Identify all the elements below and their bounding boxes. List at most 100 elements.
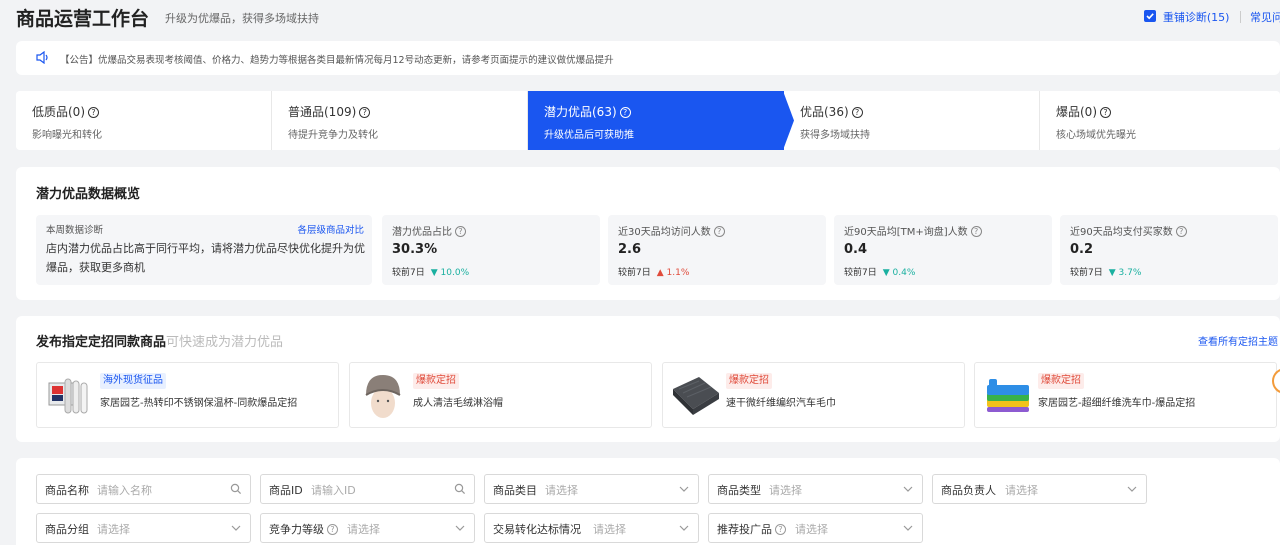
field-placeholder: 请选择 (769, 484, 802, 497)
chevron-down-icon (455, 525, 465, 531)
product-owner-select[interactable]: 商品负责人 请选择 (932, 474, 1147, 504)
page-title: 商品运营工作台 (16, 8, 150, 30)
campaign-tag: 爆款定招 (1038, 373, 1084, 389)
metric-compare: 较前7日 (618, 268, 651, 278)
field-placeholder: 请输入ID (311, 484, 356, 497)
campaign-title: 发布指定定招同款商品 (36, 335, 167, 350)
trend-down-icon: ▼ (430, 268, 438, 278)
field-placeholder: 请选择 (347, 523, 380, 536)
stage-tab-hot[interactable]: 爆品(0)? 核心场域优先曝光 (1040, 91, 1280, 150)
help-icon[interactable]: ? (1175, 226, 1187, 237)
stage-title: 优品(36) (800, 105, 849, 119)
help-icon[interactable]: ? (713, 226, 725, 237)
metric-compare: 较前7日 (1070, 268, 1103, 278)
search-icon[interactable] (454, 483, 466, 495)
metric-compare: 较前7日 (392, 268, 425, 278)
stage-title: 普通品(109) (288, 105, 357, 119)
help-icon[interactable]: ? (327, 524, 338, 535)
rediagnose-button[interactable]: 重铺诊断(15) (1144, 9, 1229, 25)
product-group-select[interactable]: 商品分组 请选择 (36, 513, 251, 543)
help-icon[interactable]: ? (619, 107, 631, 118)
campaign-name: 速干微纤维编织汽车毛巾 (726, 398, 836, 409)
metric-card: 潜力优品占比? 30.3% 较前7日 ▼ 10.0% (382, 215, 600, 285)
overview-title: 潜力优品数据概览 (36, 187, 141, 202)
campaign-tag: 海外现货征品 (100, 373, 166, 389)
chevron-down-icon (231, 525, 241, 531)
field-placeholder: 请选择 (795, 523, 828, 536)
chevron-down-icon (679, 525, 689, 531)
page-subtitle: 升级为优爆品，获得多场域扶持 (165, 12, 319, 25)
speaker-icon (36, 50, 50, 67)
help-icon[interactable]: ? (359, 107, 371, 118)
chevron-down-icon (903, 486, 913, 492)
help-icon[interactable]: ? (970, 226, 982, 237)
campaign-panel: 发布指定定招同款商品可快速成为潜力优品 查看所有定招主题 海外现货征品 家居园艺… (16, 316, 1280, 442)
help-icon[interactable]: ? (1100, 107, 1111, 118)
field-placeholder: 请选择 (1005, 484, 1038, 497)
field-label: 商品负责人 (941, 484, 996, 497)
campaign-card[interactable]: 海外现货征品 家居园艺-热转印不锈钢保温杯-同款爆品定招 (36, 362, 339, 428)
stage-title: 低质品(0) (32, 105, 85, 119)
metric-value: 30.3% (392, 242, 438, 257)
campaign-subtitle: 可快速成为潜力优品 (166, 335, 284, 350)
help-icon[interactable]: ? (851, 107, 863, 118)
chevron-down-icon (1127, 486, 1137, 492)
trend-down-icon: ▼ (882, 268, 890, 278)
header-divider (1240, 11, 1241, 23)
help-icon[interactable]: ? (775, 524, 786, 535)
metric-label: 近90天品均[TM+询盘]人数 (844, 227, 968, 238)
rediagnose-label: 重铺诊断(15) (1162, 11, 1230, 24)
metric-card: 近90天品均支付买家数? 0.2 较前7日 ▼ 3.7% (1060, 215, 1278, 285)
metric-change: 10.0% (440, 268, 470, 278)
campaign-card[interactable]: 爆款定招 成人清洁毛绒淋浴帽 (349, 362, 652, 428)
stage-desc: 核心场域优先曝光 (1056, 130, 1136, 141)
stage-title: 潜力优品(63) (544, 105, 617, 119)
product-type-select[interactable]: 商品类型 请选择 (708, 474, 923, 504)
campaign-card[interactable]: 爆款定招 家居园艺-超细纤维洗车巾-爆品定招 (974, 362, 1277, 428)
field-label: 商品类型 (717, 484, 761, 497)
stage-title: 爆品(0) (1056, 105, 1097, 119)
competitiveness-level-select[interactable]: 竞争力等级? 请选择 (260, 513, 475, 543)
metric-card: 近90天品均[TM+询盘]人数? 0.4 较前7日 ▼ 0.4% (834, 215, 1052, 285)
product-image-shower-cap (356, 369, 410, 423)
chevron-down-icon (903, 525, 913, 531)
campaign-card[interactable]: 爆款定招 速干微纤维编织汽车毛巾 (662, 362, 965, 428)
stage-desc: 升级优品后可获助推 (544, 130, 634, 141)
metric-change: 3.7% (1118, 268, 1142, 278)
notice-text: 【公告】优爆品交易表现考核阈值、价格力、趋势力等根据各类目最新情况每月12号动态… (60, 55, 614, 66)
stage-tab-low-quality[interactable]: 低质品(0)? 影响曝光和转化 (16, 91, 272, 150)
product-category-select[interactable]: 商品类目 请选择 (484, 474, 699, 504)
product-image-thermos (43, 369, 97, 423)
search-icon[interactable] (230, 483, 242, 495)
stage-tab-quality[interactable]: 优品(36)? 获得多场域扶持 (784, 91, 1040, 150)
metric-compare: 较前7日 (844, 268, 877, 278)
conversion-status-select[interactable]: 交易转化达标情况 请选择 (484, 513, 699, 543)
metric-label: 潜力优品占比 (392, 227, 452, 238)
help-icon[interactable]: ? (88, 107, 99, 118)
trend-down-icon: ▼ (1108, 268, 1116, 278)
faq-link[interactable]: 常见问 (1250, 9, 1280, 25)
help-icon[interactable]: ? (455, 226, 466, 237)
compare-levels-link[interactable]: 各层级商品对比 (297, 222, 364, 236)
stage-tab-normal[interactable]: 普通品(109)? 待提升竞争力及转化 (272, 91, 528, 150)
stage-tab-potential[interactable]: 潜力优品(63)? 升级优品后可获助推 (528, 91, 784, 150)
field-placeholder: 请选择 (593, 523, 626, 536)
metric-change: 0.4% (892, 268, 916, 278)
field-placeholder: 请输入名称 (97, 484, 152, 497)
field-label: 推荐投广品 (717, 523, 772, 536)
chevron-down-icon (679, 486, 689, 492)
product-image-car-towel (669, 369, 723, 423)
product-id-field[interactable]: 商品ID 请输入ID (260, 474, 475, 504)
field-label: 商品ID (269, 484, 303, 497)
metric-value: 2.6 (618, 242, 642, 257)
field-label: 商品类目 (493, 484, 537, 497)
product-name-field[interactable]: 商品名称 请输入名称 (36, 474, 251, 504)
campaign-name: 成人清洁毛绒淋浴帽 (413, 398, 503, 409)
diagnosis-text: 店内潜力优品占比高于同行平均，请将潜力优品尽快优化提升为优爆品，获取更多商机 (46, 242, 365, 274)
campaign-name: 家居园艺-热转印不锈钢保温杯-同款爆品定招 (100, 398, 298, 409)
metric-value: 0.2 (1070, 242, 1094, 257)
view-all-campaigns-link[interactable]: 查看所有定招主题 (1198, 333, 1278, 348)
metric-change: 1.1% (666, 268, 690, 278)
diagnosis-box: 本周数据诊断 各层级商品对比 店内潜力优品占比高于同行平均，请将潜力优品尽快优化… (36, 215, 372, 285)
ad-recommendation-select[interactable]: 推荐投广品? 请选择 (708, 513, 923, 543)
